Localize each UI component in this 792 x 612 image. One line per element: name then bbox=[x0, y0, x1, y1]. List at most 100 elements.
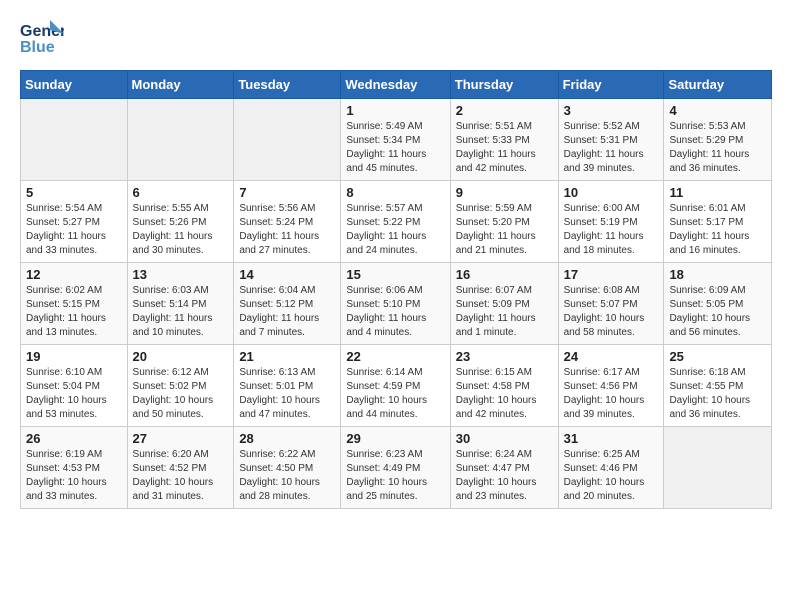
day-number: 27 bbox=[133, 431, 229, 446]
page-container: General Blue SundayMondayTuesdayWednesda… bbox=[0, 0, 792, 519]
calendar-day-cell: 9 Sunrise: 5:59 AM Sunset: 5:20 PM Daylig… bbox=[450, 181, 558, 263]
calendar-day-cell: 27 Sunrise: 6:20 AM Sunset: 4:52 PM Dayli… bbox=[127, 427, 234, 509]
day-number: 26 bbox=[26, 431, 122, 446]
calendar-day-cell: 11Sunrise: 6:01 AM Sunset: 5:17 PM Dayli… bbox=[664, 181, 772, 263]
day-info: Sunrise: 5:57 AM Sunset: 5:22 PM Dayligh… bbox=[346, 202, 444, 258]
calendar-day-cell: 29 Sunrise: 6:23 AM Sunset: 4:49 PM Dayli… bbox=[341, 427, 450, 509]
calendar-week-row: 1Sunrise: 5:49 AM Sunset: 5:34 PM Daylig… bbox=[21, 99, 772, 181]
day-of-week-header: Sunday bbox=[21, 71, 128, 99]
day-info: Sunrise: 6:24 AM Sunset: 4:47 PM Dayligh… bbox=[456, 448, 553, 504]
day-of-week-header: Wednesday bbox=[341, 71, 450, 99]
calendar-day-cell: 19Sunrise: 6:10 AM Sunset: 5:04 PM Dayli… bbox=[21, 345, 128, 427]
day-info: Sunrise: 6:12 AM Sunset: 5:02 PM Dayligh… bbox=[133, 366, 229, 422]
day-number: 17 bbox=[564, 267, 659, 282]
day-info: Sunrise: 6:07 AM Sunset: 5:09 PM Dayligh… bbox=[456, 284, 553, 340]
day-number: 5 bbox=[26, 185, 122, 200]
calendar-day-cell: 16 Sunrise: 6:07 AM Sunset: 5:09 PM Dayli… bbox=[450, 263, 558, 345]
day-info: Sunrise: 6:02 AM Sunset: 5:15 PM Dayligh… bbox=[26, 284, 122, 340]
day-number: 29 bbox=[346, 431, 444, 446]
day-number: 19 bbox=[26, 349, 122, 364]
logo-icon: General Blue bbox=[20, 16, 64, 56]
calendar-day-cell: 13Sunrise: 6:03 AM Sunset: 5:14 PM Dayli… bbox=[127, 263, 234, 345]
day-number: 30 bbox=[456, 431, 553, 446]
day-info: Sunrise: 6:04 AM Sunset: 5:12 PM Dayligh… bbox=[239, 284, 335, 340]
calendar-day-cell: 4 Sunrise: 5:53 AM Sunset: 5:29 PM Daylig… bbox=[664, 99, 772, 181]
day-info: Sunrise: 6:09 AM Sunset: 5:05 PM Dayligh… bbox=[669, 284, 766, 340]
page-header: General Blue bbox=[20, 16, 772, 56]
day-number: 10 bbox=[564, 185, 659, 200]
day-number: 22 bbox=[346, 349, 444, 364]
day-info: Sunrise: 5:59 AM Sunset: 5:20 PM Dayligh… bbox=[456, 202, 553, 258]
day-info: Sunrise: 6:08 AM Sunset: 5:07 PM Dayligh… bbox=[564, 284, 659, 340]
calendar-day-cell: 2Sunrise: 5:51 AM Sunset: 5:33 PM Daylig… bbox=[450, 99, 558, 181]
day-info: Sunrise: 6:20 AM Sunset: 4:52 PM Dayligh… bbox=[133, 448, 229, 504]
calendar-day-cell: 21Sunrise: 6:13 AM Sunset: 5:01 PM Dayli… bbox=[234, 345, 341, 427]
calendar-day-cell: 14 Sunrise: 6:04 AM Sunset: 5:12 PM Dayli… bbox=[234, 263, 341, 345]
day-number: 18 bbox=[669, 267, 766, 282]
day-number: 23 bbox=[456, 349, 553, 364]
day-of-week-header: Friday bbox=[558, 71, 664, 99]
day-of-week-header: Saturday bbox=[664, 71, 772, 99]
calendar-week-row: 19Sunrise: 6:10 AM Sunset: 5:04 PM Dayli… bbox=[21, 345, 772, 427]
calendar-day-cell: 3 Sunrise: 5:52 AM Sunset: 5:31 PM Daylig… bbox=[558, 99, 664, 181]
calendar-day-cell: 12 Sunrise: 6:02 AM Sunset: 5:15 PM Dayli… bbox=[21, 263, 128, 345]
calendar-day-cell bbox=[664, 427, 772, 509]
day-info: Sunrise: 6:25 AM Sunset: 4:46 PM Dayligh… bbox=[564, 448, 659, 504]
day-of-week-header: Monday bbox=[127, 71, 234, 99]
calendar-day-cell: 8 Sunrise: 5:57 AM Sunset: 5:22 PM Daylig… bbox=[341, 181, 450, 263]
calendar-day-cell: 18 Sunrise: 6:09 AM Sunset: 5:05 PM Dayli… bbox=[664, 263, 772, 345]
day-info: Sunrise: 5:56 AM Sunset: 5:24 PM Dayligh… bbox=[239, 202, 335, 258]
day-of-week-header: Thursday bbox=[450, 71, 558, 99]
calendar-day-cell: 25 Sunrise: 6:18 AM Sunset: 4:55 PM Dayli… bbox=[664, 345, 772, 427]
day-info: Sunrise: 6:23 AM Sunset: 4:49 PM Dayligh… bbox=[346, 448, 444, 504]
day-number: 8 bbox=[346, 185, 444, 200]
day-number: 4 bbox=[669, 103, 766, 118]
calendar-day-cell bbox=[234, 99, 341, 181]
day-number: 25 bbox=[669, 349, 766, 364]
day-number: 6 bbox=[133, 185, 229, 200]
day-number: 12 bbox=[26, 267, 122, 282]
day-info: Sunrise: 5:52 AM Sunset: 5:31 PM Dayligh… bbox=[564, 120, 659, 176]
day-number: 24 bbox=[564, 349, 659, 364]
calendar-header-row: SundayMondayTuesdayWednesdayThursdayFrid… bbox=[21, 71, 772, 99]
day-info: Sunrise: 5:53 AM Sunset: 5:29 PM Dayligh… bbox=[669, 120, 766, 176]
calendar-day-cell: 30 Sunrise: 6:24 AM Sunset: 4:47 PM Dayli… bbox=[450, 427, 558, 509]
day-info: Sunrise: 6:15 AM Sunset: 4:58 PM Dayligh… bbox=[456, 366, 553, 422]
day-number: 28 bbox=[239, 431, 335, 446]
calendar-day-cell: 7 Sunrise: 5:56 AM Sunset: 5:24 PM Daylig… bbox=[234, 181, 341, 263]
calendar-day-cell: 10 Sunrise: 6:00 AM Sunset: 5:19 PM Dayli… bbox=[558, 181, 664, 263]
calendar-day-cell: 17 Sunrise: 6:08 AM Sunset: 5:07 PM Dayli… bbox=[558, 263, 664, 345]
calendar-week-row: 5 Sunrise: 5:54 AM Sunset: 5:27 PM Daylig… bbox=[21, 181, 772, 263]
calendar-day-cell: 22 Sunrise: 6:14 AM Sunset: 4:59 PM Dayli… bbox=[341, 345, 450, 427]
day-info: Sunrise: 6:13 AM Sunset: 5:01 PM Dayligh… bbox=[239, 366, 335, 422]
day-info: Sunrise: 6:00 AM Sunset: 5:19 PM Dayligh… bbox=[564, 202, 659, 258]
day-info: Sunrise: 6:14 AM Sunset: 4:59 PM Dayligh… bbox=[346, 366, 444, 422]
day-number: 3 bbox=[564, 103, 659, 118]
day-number: 14 bbox=[239, 267, 335, 282]
calendar-week-row: 26 Sunrise: 6:19 AM Sunset: 4:53 PM Dayli… bbox=[21, 427, 772, 509]
day-number: 15 bbox=[346, 267, 444, 282]
calendar-day-cell: 31 Sunrise: 6:25 AM Sunset: 4:46 PM Dayli… bbox=[558, 427, 664, 509]
day-number: 11 bbox=[669, 185, 766, 200]
day-number: 20 bbox=[133, 349, 229, 364]
day-info: Sunrise: 6:22 AM Sunset: 4:50 PM Dayligh… bbox=[239, 448, 335, 504]
day-number: 16 bbox=[456, 267, 553, 282]
day-number: 7 bbox=[239, 185, 335, 200]
day-info: Sunrise: 5:49 AM Sunset: 5:34 PM Dayligh… bbox=[346, 120, 444, 176]
day-number: 31 bbox=[564, 431, 659, 446]
svg-text:Blue: Blue bbox=[20, 39, 55, 56]
day-info: Sunrise: 6:03 AM Sunset: 5:14 PM Dayligh… bbox=[133, 284, 229, 340]
day-number: 9 bbox=[456, 185, 553, 200]
day-number: 2 bbox=[456, 103, 553, 118]
day-info: Sunrise: 6:06 AM Sunset: 5:10 PM Dayligh… bbox=[346, 284, 444, 340]
day-info: Sunrise: 5:55 AM Sunset: 5:26 PM Dayligh… bbox=[133, 202, 229, 258]
calendar-day-cell: 15 Sunrise: 6:06 AM Sunset: 5:10 PM Dayli… bbox=[341, 263, 450, 345]
calendar-day-cell: 20 Sunrise: 6:12 AM Sunset: 5:02 PM Dayli… bbox=[127, 345, 234, 427]
day-info: Sunrise: 6:18 AM Sunset: 4:55 PM Dayligh… bbox=[669, 366, 766, 422]
calendar-day-cell: 28 Sunrise: 6:22 AM Sunset: 4:50 PM Dayli… bbox=[234, 427, 341, 509]
day-of-week-header: Tuesday bbox=[234, 71, 341, 99]
calendar-week-row: 12 Sunrise: 6:02 AM Sunset: 5:15 PM Dayli… bbox=[21, 263, 772, 345]
day-info: Sunrise: 5:54 AM Sunset: 5:27 PM Dayligh… bbox=[26, 202, 122, 258]
day-info: Sunrise: 6:19 AM Sunset: 4:53 PM Dayligh… bbox=[26, 448, 122, 504]
calendar-day-cell: 26 Sunrise: 6:19 AM Sunset: 4:53 PM Dayli… bbox=[21, 427, 128, 509]
